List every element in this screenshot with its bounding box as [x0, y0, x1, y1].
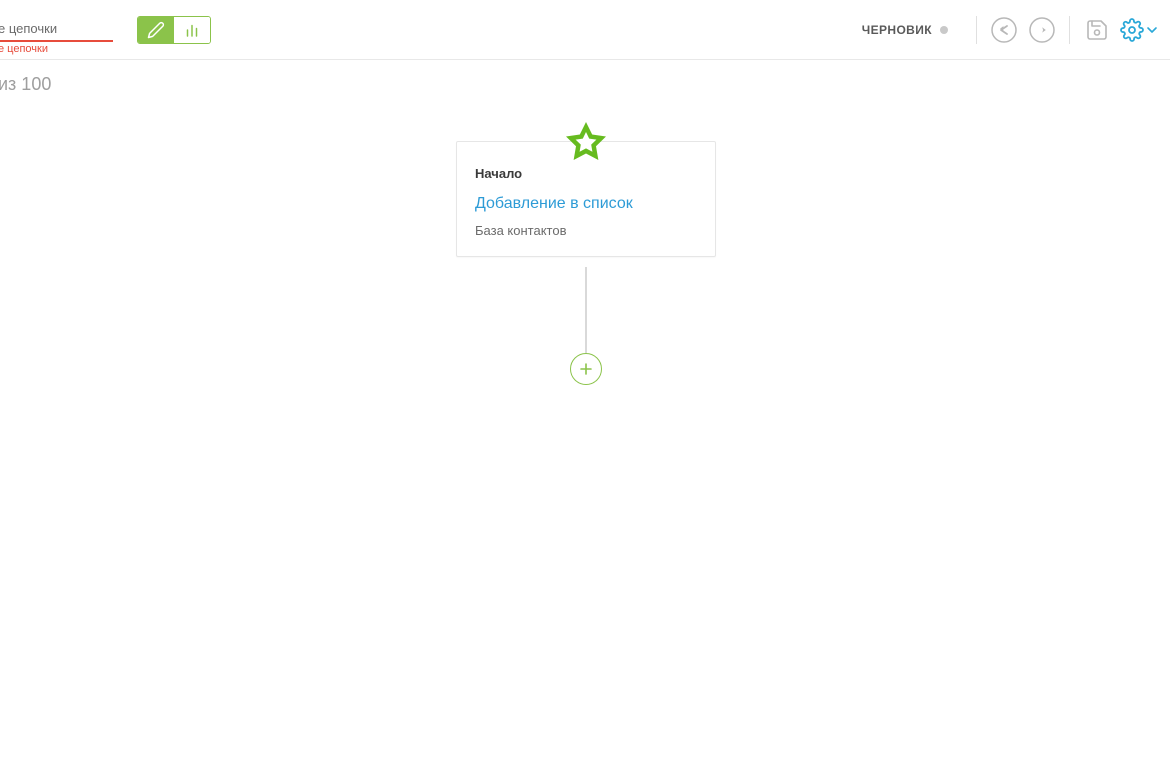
settings-dropdown[interactable] [1120, 18, 1158, 42]
chevron-down-icon [1146, 24, 1158, 36]
undo-icon [990, 16, 1018, 44]
add-node-button[interactable] [570, 353, 602, 385]
node-subtitle: База контактов [475, 223, 697, 238]
bar-chart-icon [183, 21, 201, 39]
chain-name-error: е цепочки [0, 43, 48, 55]
toolbar-divider [1069, 16, 1070, 44]
counter-text: из 100 [0, 74, 51, 94]
status-label: ЧЕРНОВИК [862, 23, 932, 37]
status-dot-icon [940, 26, 948, 34]
save-button[interactable] [1081, 14, 1113, 46]
edit-mode-button[interactable] [138, 17, 174, 43]
mode-toggle [137, 16, 211, 44]
star-icon [562, 118, 610, 166]
start-node[interactable]: Начало Добавление в список База контакто… [456, 141, 716, 257]
chain-name-input[interactable] [0, 17, 113, 42]
redo-icon [1028, 16, 1056, 44]
gear-icon [1120, 18, 1144, 42]
pencil-icon [147, 21, 165, 39]
undo-button[interactable] [988, 14, 1020, 46]
connector-line [585, 267, 587, 353]
status-indicator: ЧЕРНОВИК [862, 23, 948, 37]
plus-icon [579, 362, 593, 376]
star-badge [562, 118, 610, 171]
flow-canvas[interactable]: Начало Добавление в список База контакто… [0, 109, 1170, 778]
node-action-link[interactable]: Добавление в список [475, 195, 697, 213]
toolbar-divider [976, 16, 977, 44]
save-icon [1085, 18, 1109, 42]
top-header: е цепочки ЧЕРНОВИК [0, 0, 1170, 60]
redo-button[interactable] [1026, 14, 1058, 46]
stats-mode-button[interactable] [174, 17, 210, 43]
subheader: из 100 [0, 60, 1170, 109]
chain-name-field: е цепочки [0, 17, 113, 42]
